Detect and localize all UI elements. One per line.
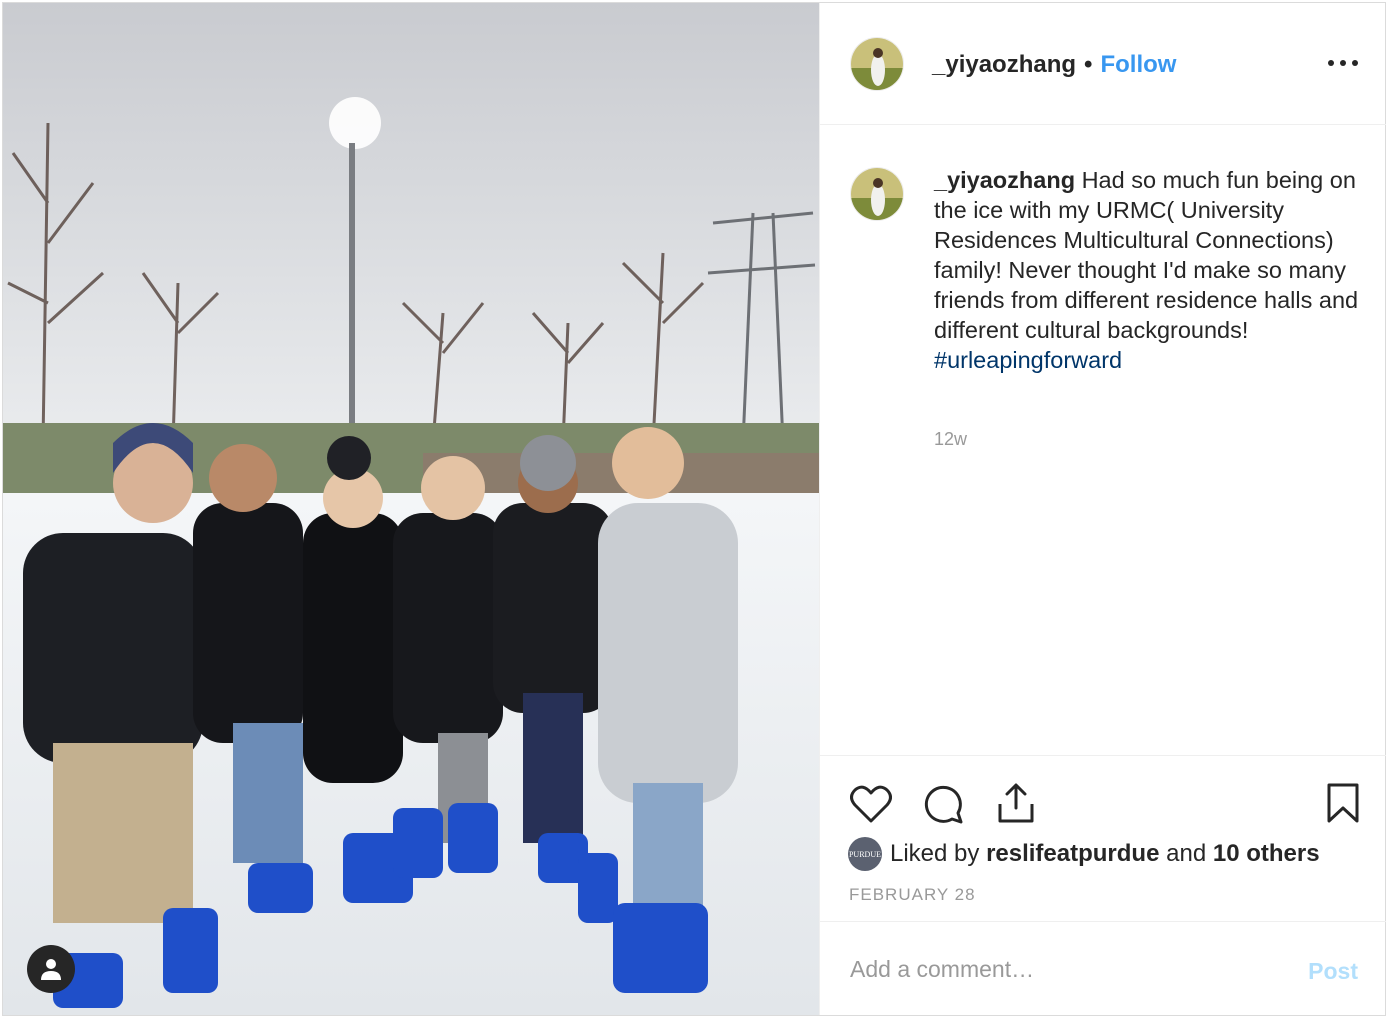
user-tag-icon[interactable] xyxy=(27,945,75,993)
caption-section: _yiyaozhang Had so much fun being on the… xyxy=(820,125,1386,755)
post-date[interactable]: FEBRUARY 28 xyxy=(849,885,976,905)
comment-icon[interactable] xyxy=(922,783,964,830)
header-line: _yiyaozhang • Follow xyxy=(932,50,1176,80)
post-comment-button[interactable]: Post xyxy=(1308,958,1358,985)
hashtag-link[interactable]: #urleapingforward xyxy=(934,345,1364,375)
more-options-icon[interactable] xyxy=(1328,55,1358,71)
header-separator: • xyxy=(1084,51,1093,78)
comment-section: Post xyxy=(820,921,1386,1015)
caption-username[interactable]: _yiyaozhang xyxy=(934,167,1075,193)
bookmark-icon[interactable] xyxy=(1326,782,1360,829)
likes-prefix: Liked by xyxy=(890,840,980,867)
caption-text: _yiyaozhang Had so much fun being on the… xyxy=(934,165,1364,375)
post-header: _yiyaozhang • Follow xyxy=(820,3,1386,125)
likes-summary: PURDUE Liked by reslifeatpurdue and 10 o… xyxy=(848,836,1320,872)
post-container: _yiyaozhang • Follow _yiyaozhang Had so mu… xyxy=(2,2,1386,1016)
caption-body: Had so much fun being on the ice with my… xyxy=(934,167,1359,343)
caption-avatar[interactable] xyxy=(850,167,904,221)
ice-skating-photo xyxy=(3,3,819,1015)
share-icon[interactable] xyxy=(996,782,1036,829)
post-sidebar: _yiyaozhang • Follow _yiyaozhang Had so mu… xyxy=(819,3,1386,1015)
likes-and: and xyxy=(1166,840,1207,867)
liker-avatar-text: PURDUE xyxy=(848,849,881,859)
follow-button[interactable]: Follow xyxy=(1100,51,1176,78)
heart-icon[interactable] xyxy=(850,784,892,829)
likes-others[interactable]: 10 others xyxy=(1213,840,1320,868)
liker-username[interactable]: reslifeatpurdue xyxy=(986,840,1159,868)
author-avatar[interactable] xyxy=(850,37,904,91)
comment-input[interactable] xyxy=(848,948,1272,990)
post-actions: PURDUE Liked by reslifeatpurdue and 10 o… xyxy=(820,755,1386,921)
author-username[interactable]: _yiyaozhang xyxy=(932,51,1076,78)
liker-avatar[interactable]: PURDUE xyxy=(848,837,882,871)
post-age[interactable]: 12w xyxy=(934,429,967,450)
post-photo[interactable] xyxy=(3,3,819,1015)
